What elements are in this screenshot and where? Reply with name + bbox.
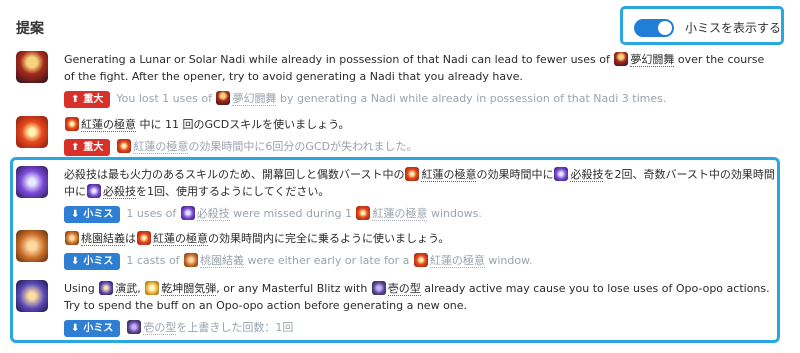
riddle-of-fire-icon: [65, 117, 79, 131]
the-forbidden-chakra-icon: [16, 166, 48, 198]
skill-link[interactable]: 夢幻闘舞: [232, 92, 277, 106]
show-minor-toggle[interactable]: [634, 19, 674, 37]
suggestion-text: 桃園結義は 紅蓮の極意の効果時間内に完全に乗るように使いましょう。: [64, 230, 776, 247]
skill-link[interactable]: 演武: [115, 282, 138, 296]
skill-link[interactable]: 桃園結義: [81, 232, 125, 246]
show-minor-label: 小ミスを表示する: [685, 21, 782, 35]
toggle-knob: [658, 21, 672, 35]
the-forbidden-chakra-icon: [87, 184, 101, 198]
opo-opo-form-icon: [127, 320, 142, 334]
six-sided-star-icon: [145, 281, 160, 295]
skill-link[interactable]: 乾坤闘気弾: [161, 282, 217, 296]
riddle-of-fire-icon: [16, 116, 48, 148]
severity-badge: ⬆ 重大: [64, 139, 111, 156]
dream-fists-icon: [16, 51, 48, 83]
skill-link[interactable]: 夢幻闘舞: [630, 53, 675, 67]
skill-link[interactable]: 桃園結義: [200, 254, 245, 268]
severity-badge: ⬇ 小ミス: [64, 253, 121, 270]
arrow-down-icon: ⬇: [71, 323, 80, 334]
brotherhood-icon: [16, 230, 48, 262]
severity-badge: ⬇ 小ミス: [64, 320, 121, 337]
skill-link[interactable]: 壱の型: [387, 282, 421, 296]
severity-badge: ⬇ 小ミス: [64, 206, 121, 223]
suggestion-text: Using 演武, 乾坤闘気弾, or any Masterful Blitz …: [64, 281, 770, 312]
masterful-blitz-icon: [99, 281, 114, 295]
arrow-up-icon: ⬆: [71, 142, 80, 153]
suggestion-detail: ⬇ 小ミス 壱の型を上書きした回数：1回: [64, 319, 776, 337]
skill-link[interactable]: 紅蓮の極意: [429, 254, 485, 268]
suggestion-text: 必殺技は最も火力のあるスキルのため、開幕回しと偶数バースト中の 紅蓮の極意の効果時…: [64, 167, 775, 199]
riddle-of-fire-icon: [405, 167, 420, 181]
riddle-of-fire-icon: [117, 139, 132, 153]
suggestion-detail: ⬆ 重大 紅蓮の極意の効果時間中に6回分のGCDが失われました。: [64, 138, 776, 156]
page-title: 提案: [16, 21, 44, 37]
dream-fists-icon: [216, 91, 231, 105]
severity-badge: ⬆ 重大: [64, 91, 111, 108]
skill-link[interactable]: 紅蓮の極意: [81, 118, 136, 132]
opo-opo-form-icon: [371, 281, 386, 295]
brotherhood-icon: [65, 231, 79, 245]
the-forbidden-chakra-icon: [554, 167, 569, 181]
suggestion-detail: ⬆ 重大 You lost 1 uses of 夢幻闘舞 by generating…: [64, 90, 776, 108]
skill-link[interactable]: 壱の型: [143, 321, 177, 335]
suggestion-text: 紅蓮の極意 中に 11 回のGCDスキルを使いましょう。: [64, 116, 776, 133]
show-minor-toggle-container[interactable]: 小ミスを表示する: [620, 6, 784, 45]
brotherhood-icon: [184, 253, 199, 267]
suggestion-text: Generating a Lunar or Solar Nadi while a…: [64, 52, 765, 83]
skill-link[interactable]: 必殺技: [196, 207, 230, 221]
arrow-up-icon: ⬆: [71, 94, 80, 105]
arrow-down-icon: ⬇: [71, 209, 80, 220]
suggestion-detail: ⬇ 小ミス 1 casts of 桃園結義 were either early or…: [64, 252, 776, 270]
suggestion-detail: ⬇ 小ミス 1 uses of 必殺技 were missed during 1 紅…: [64, 205, 776, 223]
masterful-blitz-icon: [16, 280, 48, 312]
the-forbidden-chakra-icon: [180, 206, 195, 220]
skill-link[interactable]: 必殺技: [103, 185, 136, 199]
skill-link[interactable]: 紅蓮の極意: [372, 207, 428, 221]
riddle-of-fire-icon: [356, 206, 371, 220]
riddle-of-fire-icon: [137, 231, 151, 245]
skill-link[interactable]: 紅蓮の極意: [133, 140, 189, 154]
skill-link[interactable]: 必殺技: [570, 168, 604, 182]
riddle-of-fire-icon: [413, 253, 428, 267]
skill-link[interactable]: 紅蓮の極意: [153, 232, 208, 246]
skill-link[interactable]: 紅蓮の極意: [421, 168, 477, 182]
dream-fists-icon: [614, 52, 629, 66]
arrow-down-icon: ⬇: [71, 256, 80, 267]
